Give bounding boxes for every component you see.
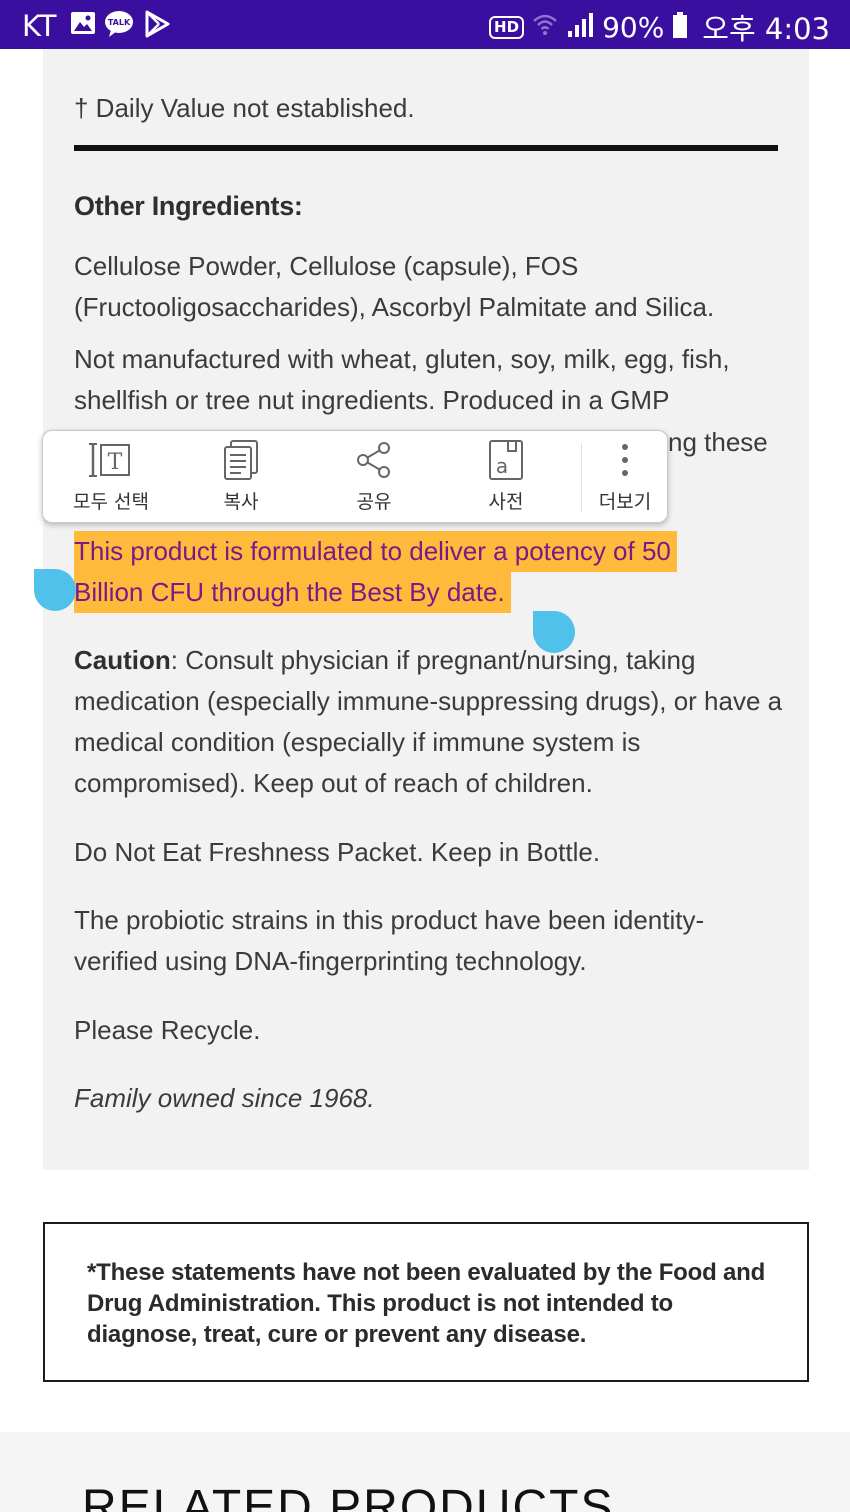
copy-label: 복사 <box>223 491 259 513</box>
hd-badge: HD <box>489 15 525 39</box>
dictionary-button[interactable]: a 사전 <box>466 431 546 524</box>
svg-text:TALK: TALK <box>108 18 131 27</box>
select-all-label: 모두 선택 <box>73 491 149 513</box>
select-all-button[interactable]: T 모두 선택 <box>65 431 157 524</box>
divider-rule <box>74 145 778 151</box>
selected-text-line-1: This product is formulated to deliver a … <box>74 531 677 572</box>
signal-icon <box>566 11 594 43</box>
ingredients-text: Cellulose Powder, Cellulose (capsule), F… <box>74 251 715 322</box>
family-owned-text: Family owned since 1968. <box>74 1083 375 1113</box>
related-products-heading: RELATED PRODUCTS <box>82 1481 615 1512</box>
fda-disclaimer-text: *These statements have not been evaluate… <box>87 1259 766 1348</box>
daily-value-note: † Daily Value not established. <box>74 93 415 123</box>
text-selection-toolbar: T 모두 선택 복사 공유 a 사전 더보기 <box>42 430 668 523</box>
more-button[interactable]: 더보기 <box>587 431 663 524</box>
play-store-icon <box>144 10 170 43</box>
allergen-text-partial: ng these <box>668 427 768 457</box>
toolbar-divider <box>581 443 582 511</box>
caution-body: : Consult physician if pregnant/nursing,… <box>74 645 783 798</box>
recycle-text: Please Recycle. <box>74 1015 261 1045</box>
dictionary-label: 사전 <box>488 491 524 513</box>
selected-text-line-2: Billion CFU through the Best By date. <box>74 572 511 613</box>
other-ingredients-heading: Other Ingredients: <box>74 191 303 221</box>
status-bar: KT TALK HD 90% 오후 4:03 <box>0 0 850 49</box>
svg-text:T: T <box>108 450 123 475</box>
probiotic-strains-text: The probiotic strains in this product ha… <box>74 905 705 976</box>
select-all-icon: T <box>88 439 134 481</box>
caution-text: Caution: Consult physician if pregnant/n… <box>74 640 784 804</box>
share-label: 공유 <box>356 491 392 513</box>
selected-text[interactable]: This product is formulated to deliver a … <box>74 531 677 613</box>
gallery-icon <box>70 10 96 41</box>
share-icon <box>351 439 397 481</box>
clock: 오후 4:03 <box>702 12 830 46</box>
copy-icon <box>218 439 264 481</box>
freshness-packet-text: Do Not Eat Freshness Packet. Keep in Bot… <box>74 837 601 867</box>
allergen-text: Not manufactured with wheat, gluten, soy… <box>74 344 730 415</box>
battery-percent: 90% <box>602 10 665 44</box>
wifi-icon <box>532 11 558 43</box>
status-icons: HD 90% 오후 4:03 <box>489 6 830 48</box>
more-vert-icon <box>602 439 648 481</box>
share-button[interactable]: 공유 <box>334 431 414 524</box>
more-label: 더보기 <box>598 491 652 513</box>
caution-label: Caution <box>74 645 171 675</box>
copy-button[interactable]: 복사 <box>201 431 281 524</box>
related-products-section: RELATED PRODUCTS <box>0 1432 850 1512</box>
carrier-label: KT <box>22 9 57 43</box>
fda-disclaimer-box: *These statements have not been evaluate… <box>43 1222 809 1382</box>
kakaotalk-icon: TALK <box>104 10 134 43</box>
selection-start-handle[interactable] <box>34 569 76 611</box>
battery-icon <box>672 11 688 43</box>
dictionary-icon: a <box>483 439 529 481</box>
svg-text:a: a <box>496 454 508 478</box>
